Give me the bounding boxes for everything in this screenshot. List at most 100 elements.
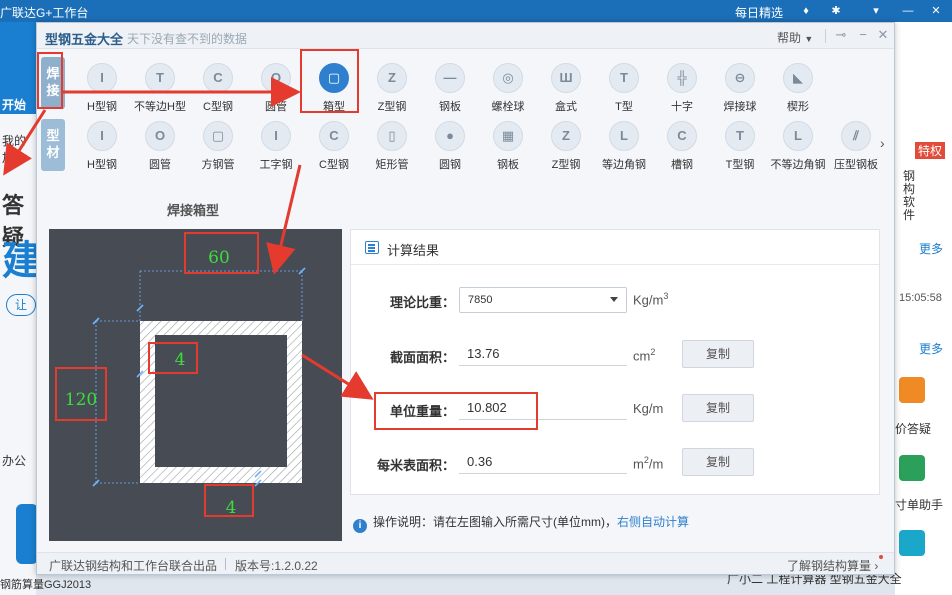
dialog-titlebar[interactable]: 型钢五金大全 天下没有查不到的数据 帮助 ▼ ⊸ − ✕ bbox=[37, 23, 894, 49]
material-shape-icon: C bbox=[667, 121, 697, 151]
help-menu[interactable]: 帮助 ▼ bbox=[777, 29, 813, 46]
background-titlebar: 广联达G+工作台 每日精选 ♦ ✱ ▾ — ✕ bbox=[0, 0, 952, 22]
density-label: 理论比重： bbox=[389, 295, 455, 310]
weld-shape-item[interactable]: — 钢板 bbox=[417, 63, 483, 115]
tick-mark bbox=[298, 267, 306, 275]
material-shape-item[interactable]: ▯ 矩形管 bbox=[359, 121, 425, 173]
density-select[interactable]: 7850 bbox=[459, 287, 627, 313]
material-shape-item[interactable]: L 不等边角钢 bbox=[765, 121, 831, 173]
box-section-drawing[interactable]: 60 120 4 4 bbox=[49, 229, 342, 541]
weld-shape-label: 焊接球 bbox=[723, 101, 757, 113]
weld-shape-item[interactable]: Ш 盒式 bbox=[533, 63, 599, 115]
material-shape-item[interactable]: ▦ 钢板 bbox=[475, 121, 541, 173]
background-assistant-icon[interactable] bbox=[899, 455, 925, 481]
material-shape-label: 等边角钢 bbox=[602, 159, 646, 171]
weld-shape-icon: ◎ bbox=[493, 63, 523, 93]
weld-shape-item[interactable]: T 不等边H型 bbox=[127, 63, 193, 115]
height-value[interactable]: 120 bbox=[65, 390, 97, 410]
dialog-footer: 广联达钢结构和工作台联合出品 版本号:1.2.0.22 了解钢结构算量 › bbox=[37, 552, 894, 574]
copy-weight-button[interactable]: 复制 bbox=[682, 394, 754, 422]
weld-shape-item[interactable]: ⊖ 焊接球 bbox=[707, 63, 773, 115]
material-shape-label: C型钢 bbox=[319, 159, 349, 171]
calculator-icon bbox=[365, 241, 379, 254]
material-shape-item[interactable]: L 等边角钢 bbox=[591, 121, 657, 173]
background-more-link-2[interactable]: 更多 bbox=[919, 340, 943, 357]
weld-shape-label: 不等边H型 bbox=[134, 101, 186, 113]
material-shape-item[interactable]: O 圆管 bbox=[127, 121, 193, 173]
background-price-qa-label: 价答疑 bbox=[895, 422, 932, 436]
material-shape-item[interactable]: T T型钢 bbox=[707, 121, 773, 173]
width-value[interactable]: 60 bbox=[208, 248, 230, 268]
titlebar-divider bbox=[825, 29, 826, 43]
weld-shape-item[interactable]: I H型钢 bbox=[69, 63, 135, 115]
weld-shape-icon: Z bbox=[377, 63, 407, 93]
material-shape-item[interactable]: C 槽钢 bbox=[649, 121, 715, 173]
minimize-icon[interactable]: — bbox=[902, 5, 914, 17]
tick-mark bbox=[92, 479, 100, 487]
weld-shape-item[interactable]: ◣ 楔形 bbox=[765, 63, 831, 115]
pin-icon[interactable]: ⊸ bbox=[833, 27, 849, 43]
results-title: 计算结果 bbox=[387, 243, 440, 258]
close-icon[interactable]: ✕ bbox=[930, 5, 942, 17]
tick-mark bbox=[92, 317, 100, 325]
weld-shape-item[interactable]: Z Z型钢 bbox=[359, 63, 425, 115]
category-tab-weld[interactable]: 焊接 bbox=[41, 57, 65, 109]
auto-calc-link[interactable]: 右侧自动计算 bbox=[617, 515, 689, 529]
density-unit: Kg/m3 bbox=[633, 291, 668, 307]
category-tab-material[interactable]: 型材 bbox=[41, 119, 65, 171]
material-shape-item[interactable]: C C型钢 bbox=[301, 121, 367, 173]
learn-more-link[interactable]: 了解钢结构算量 › bbox=[787, 557, 878, 574]
material-shape-label: 不等边角钢 bbox=[770, 159, 826, 171]
background-bottom-label: 钢筋算量GGJ2013 bbox=[0, 579, 92, 591]
surface-unit: m2/m bbox=[633, 455, 663, 471]
category-material-label: 型材 bbox=[46, 128, 60, 160]
weld-shape-item[interactable]: C C型钢 bbox=[185, 63, 251, 115]
weld-shape-item[interactable]: ▢ 箱型 bbox=[301, 63, 367, 115]
background-time: 15:05:58 bbox=[899, 292, 942, 304]
weld-shape-label: 楔形 bbox=[787, 101, 809, 113]
material-shape-item[interactable]: I 工字钢 bbox=[243, 121, 309, 173]
area-unit: cm2 bbox=[633, 347, 655, 363]
section-title: 焊接箱型 bbox=[167, 203, 220, 218]
learn-more-label: 了解钢结构算量 bbox=[787, 559, 872, 573]
material-shape-label: T型钢 bbox=[725, 159, 755, 171]
menu-icon[interactable]: ▾ bbox=[870, 5, 882, 17]
weld-shape-item[interactable]: T T型 bbox=[591, 63, 657, 115]
background-more-link[interactable]: 更多 bbox=[919, 240, 943, 257]
weld-shape-item[interactable]: ◎ 螺栓球 bbox=[475, 63, 541, 115]
weld-shape-icon: T bbox=[145, 63, 175, 93]
area-unit-text: cm bbox=[633, 348, 651, 364]
material-shape-label: 钢板 bbox=[497, 159, 519, 171]
material-shape-icon: T bbox=[725, 121, 755, 151]
web-thickness-value[interactable]: 4 bbox=[175, 350, 186, 370]
minimize-icon[interactable]: − bbox=[855, 27, 871, 43]
background-left-panel: 开始 我的加 答疑 建 让 办公 bbox=[0, 22, 42, 595]
publisher-text: 广联达钢结构和工作台联合出品 bbox=[49, 559, 218, 573]
weld-shape-icon: O bbox=[261, 63, 291, 93]
background-price-qa-icon[interactable] bbox=[899, 377, 925, 403]
material-shape-label: 压型钢板 bbox=[834, 159, 878, 171]
background-steel-icon[interactable] bbox=[899, 530, 925, 556]
background-vip-badge: 特权 bbox=[915, 142, 946, 159]
weight-label: 单位重量： bbox=[389, 404, 455, 419]
material-shape-item[interactable]: I H型钢 bbox=[69, 121, 135, 173]
weld-shape-item[interactable]: O 圆管 bbox=[243, 63, 309, 115]
material-shape-item[interactable]: ▢ 方钢管 bbox=[185, 121, 251, 173]
copy-surface-button[interactable]: 复制 bbox=[682, 448, 754, 476]
background-pill-button[interactable]: 让 bbox=[6, 294, 36, 316]
material-shape-item[interactable]: ● 圆钢 bbox=[417, 121, 483, 173]
settings-icon[interactable]: ✱ bbox=[830, 5, 842, 17]
daily-picks-label[interactable]: 每日精选 bbox=[735, 4, 783, 21]
results-panel: 计算结果 理论比重： 7850 Kg/m3 截面面积： 13.76 cm2 复制… bbox=[350, 229, 880, 495]
bell-icon[interactable]: ♦ bbox=[800, 5, 812, 17]
chevron-right-icon[interactable]: › bbox=[880, 135, 885, 151]
close-icon[interactable]: ✕ bbox=[875, 27, 891, 43]
material-shape-icon: C bbox=[319, 121, 349, 151]
flange-thickness-value[interactable]: 4 bbox=[226, 498, 237, 518]
weld-shape-icon: — bbox=[435, 63, 465, 93]
density-value: 7850 bbox=[468, 294, 493, 306]
weld-shape-item[interactable]: ╬ 十字 bbox=[649, 63, 715, 115]
material-shape-item[interactable]: Z Z型钢 bbox=[533, 121, 599, 173]
background-app-icon[interactable] bbox=[16, 504, 38, 564]
copy-area-button[interactable]: 复制 bbox=[682, 340, 754, 368]
